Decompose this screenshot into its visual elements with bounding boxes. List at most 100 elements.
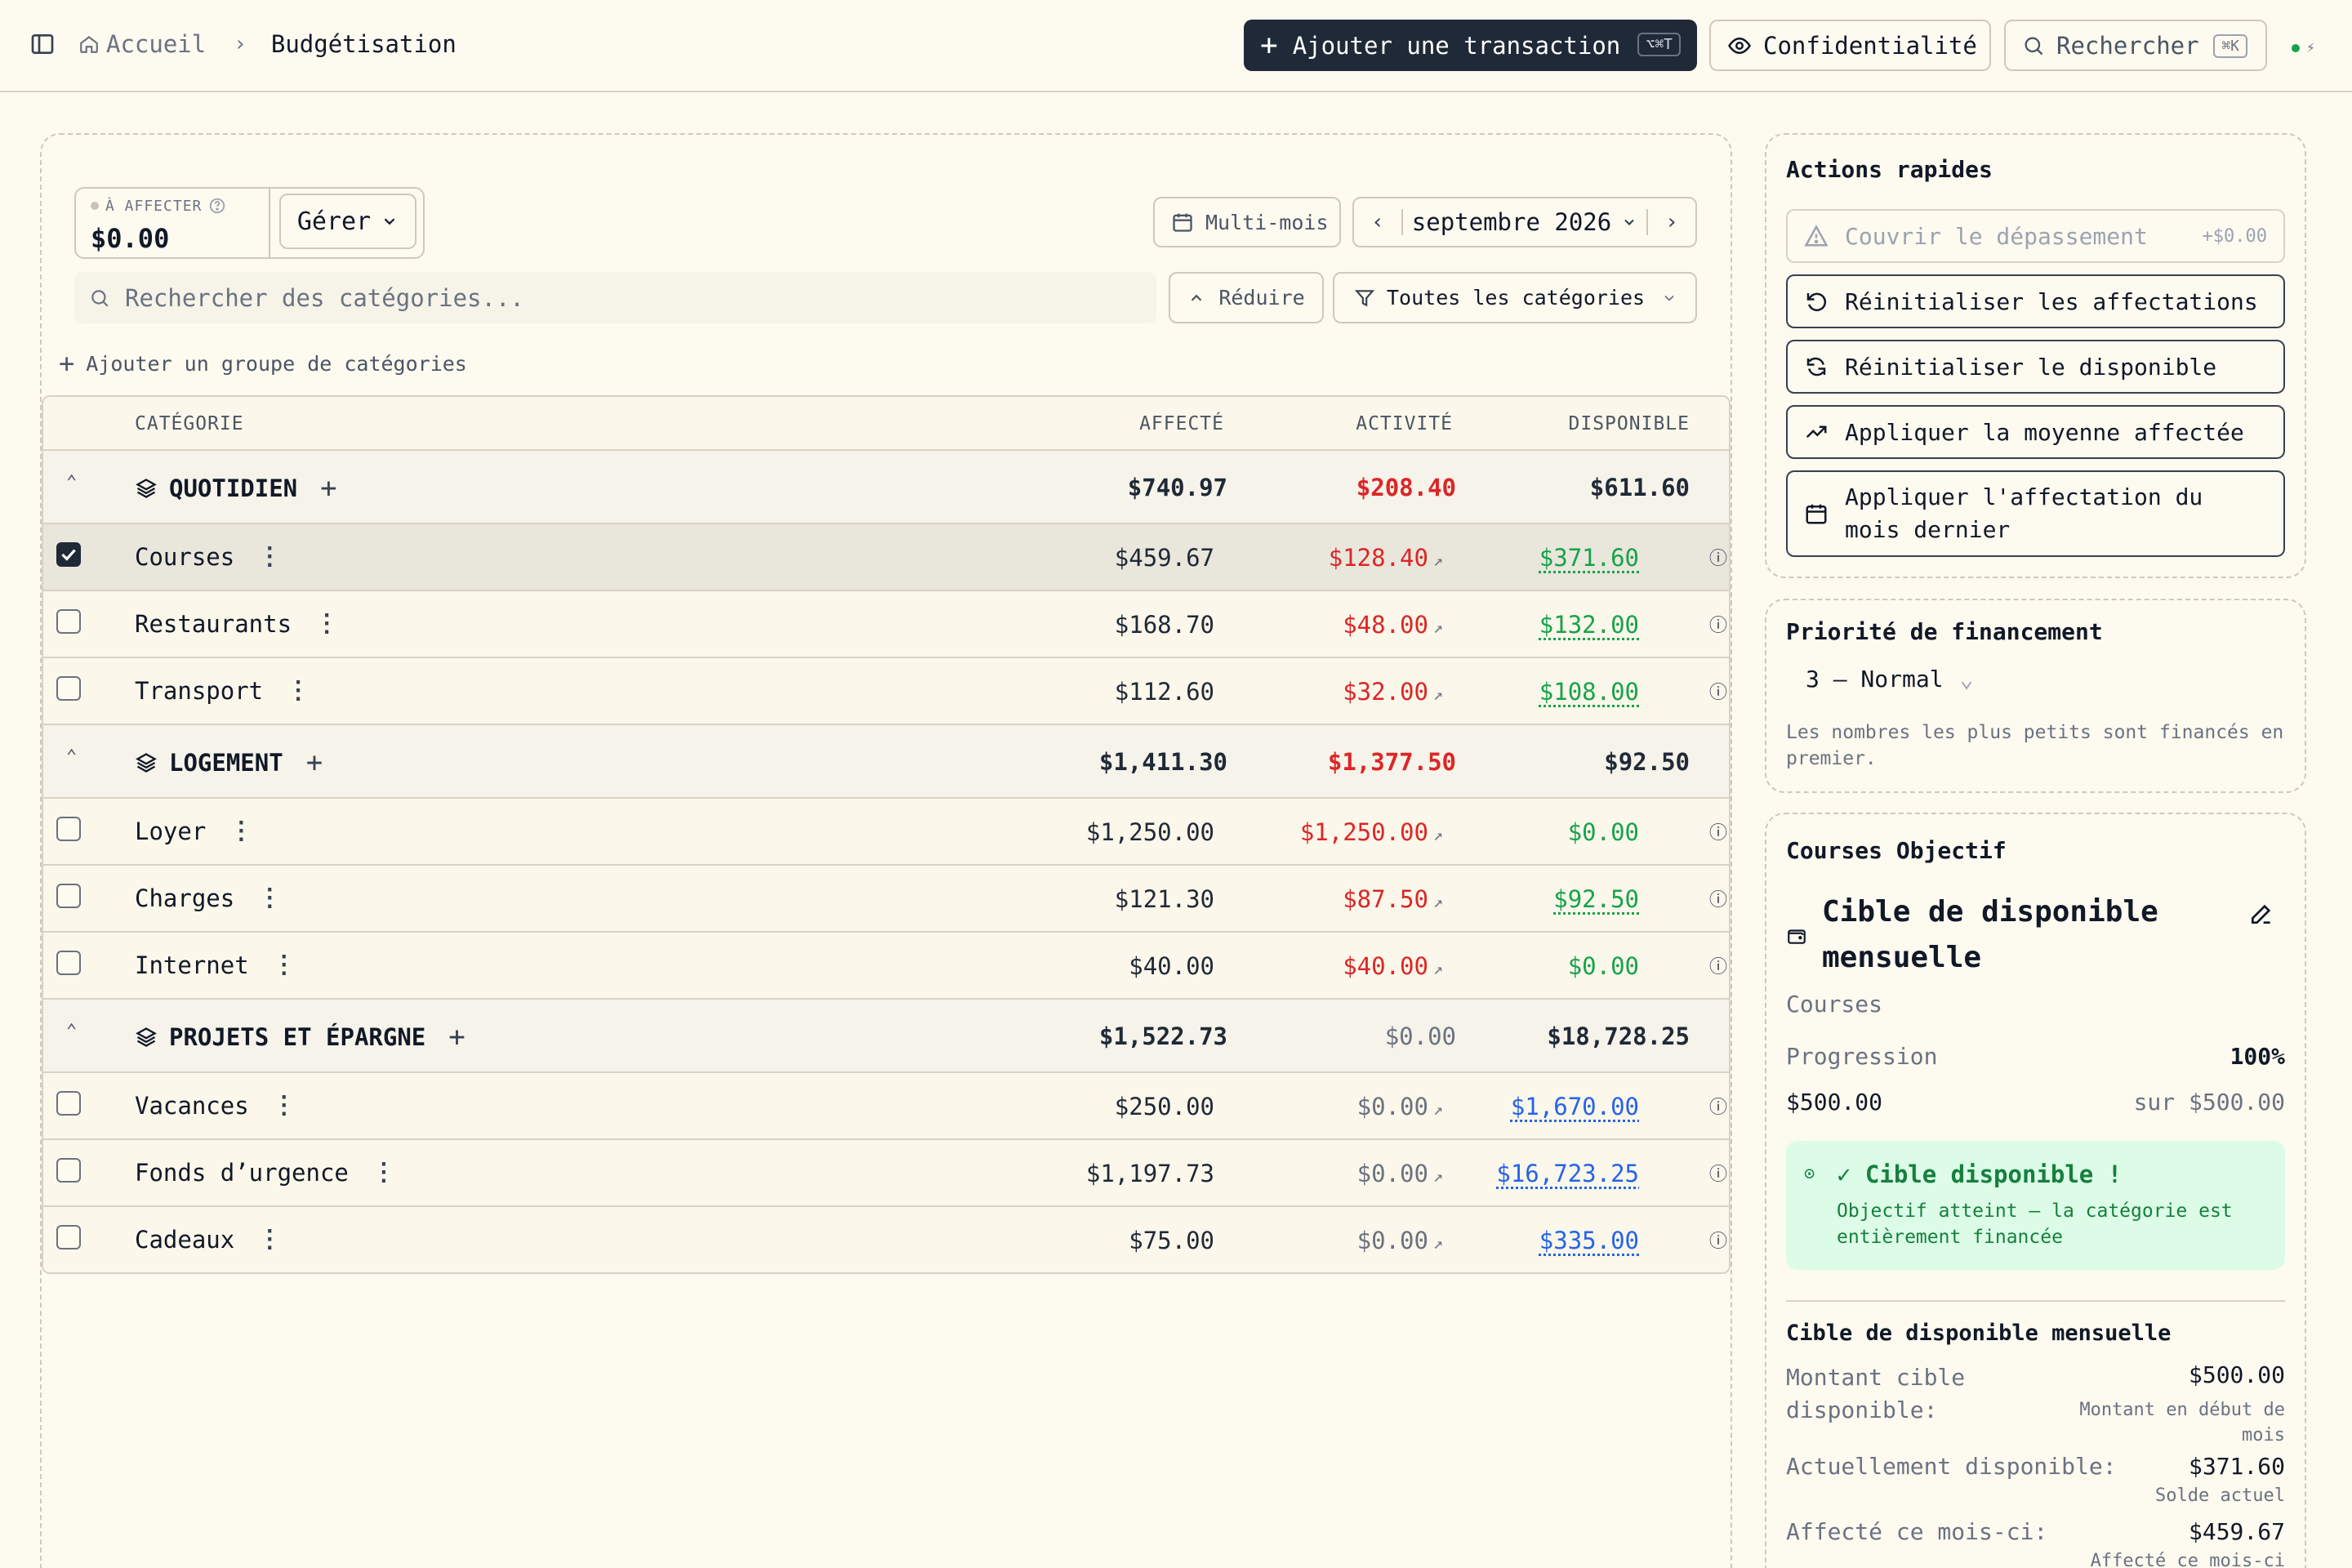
chevron-up-icon[interactable]: ⌃ xyxy=(66,746,77,767)
category-assigned[interactable]: $250.00 xyxy=(969,1093,1214,1120)
category-available[interactable]: $0.00 xyxy=(1394,952,1639,980)
more-vertical-icon[interactable]: ⋮ xyxy=(229,817,253,845)
breadcrumb-home[interactable]: Accueil xyxy=(78,30,206,58)
chevron-down-icon xyxy=(384,218,395,225)
row-checkbox[interactable] xyxy=(56,1158,81,1183)
more-vertical-icon[interactable]: ⋮ xyxy=(272,1091,296,1120)
category-available[interactable]: $108.00 xyxy=(1394,678,1639,706)
more-vertical-icon[interactable]: ⋮ xyxy=(372,1158,396,1187)
add-category-icon[interactable]: + xyxy=(320,472,336,505)
row-checkbox[interactable] xyxy=(56,609,81,634)
category-row[interactable]: Vacances ⋮ $250.00 $0.00 ↗ $1,670.00 ⓘ xyxy=(43,1073,1729,1140)
apply-last-month-button[interactable]: Appliquer l'affectation du mois dernier xyxy=(1786,470,2285,557)
priority-select[interactable]: 3 — Normal ⌄ xyxy=(1786,654,2003,703)
more-vertical-icon[interactable]: ⋮ xyxy=(257,1225,282,1254)
collapse-label: Réduire xyxy=(1218,286,1305,310)
month-label: septembre 2026 xyxy=(1411,208,1612,236)
category-filter-select[interactable]: Toutes les catégories xyxy=(1333,272,1697,323)
category-assigned[interactable]: $40.00 xyxy=(969,952,1214,980)
chevron-up-icon[interactable]: ⌃ xyxy=(66,472,77,492)
more-vertical-icon[interactable]: ⋮ xyxy=(257,884,282,912)
category-available[interactable]: $16,723.25 xyxy=(1394,1160,1639,1187)
manage-button[interactable]: Gérer xyxy=(279,194,416,249)
add-category-icon[interactable]: + xyxy=(448,1021,465,1054)
row-checkbox[interactable] xyxy=(56,1091,81,1116)
help-icon[interactable] xyxy=(208,197,226,215)
add-category-icon[interactable]: + xyxy=(306,746,323,779)
category-row[interactable]: Transport ⋮ $112.60 $32.00 ↗ $108.00 ⓘ xyxy=(43,658,1729,725)
category-available[interactable]: $132.00 xyxy=(1394,611,1639,639)
row-checkbox[interactable] xyxy=(56,542,81,567)
category-assigned[interactable]: $1,250.00 xyxy=(969,818,1214,846)
category-row[interactable]: Internet ⋮ $40.00 $40.00 ↗ $0.00 ⓘ xyxy=(43,933,1729,1000)
category-assigned[interactable]: $1,197.73 xyxy=(969,1160,1214,1187)
edit-icon[interactable] xyxy=(2248,901,2274,927)
group-available: $611.60 xyxy=(1589,474,1690,501)
category-search-input[interactable]: Rechercher des catégories... xyxy=(74,272,1156,323)
previous-month-icon[interactable]: ‹ xyxy=(1354,210,1401,234)
category-assigned[interactable]: $168.70 xyxy=(969,611,1214,639)
category-group-row[interactable]: ⌃ QUOTIDIEN + $740.97 $208.40 $611.60 xyxy=(43,451,1729,524)
info-icon[interactable]: ⓘ xyxy=(1709,952,1727,978)
reset-assignments-button[interactable]: Réinitialiser les affectations xyxy=(1786,274,2285,328)
info-icon[interactable]: ⓘ xyxy=(1709,611,1727,637)
category-assigned[interactable]: $121.30 xyxy=(969,885,1214,913)
add-transaction-button[interactable]: + Ajouter une transaction ⌥⌘T xyxy=(1244,20,1697,71)
collapse-button[interactable]: Réduire xyxy=(1169,272,1324,323)
next-month-icon[interactable]: › xyxy=(1648,210,1695,234)
cover-overspend-button[interactable]: Couvrir le dépassement +$0.00 xyxy=(1786,209,2285,263)
row-checkbox[interactable] xyxy=(56,884,81,908)
multi-month-button[interactable]: Multi-mois xyxy=(1153,197,1341,247)
category-available[interactable]: $1,670.00 xyxy=(1394,1093,1639,1120)
more-vertical-icon[interactable]: ⋮ xyxy=(314,609,339,638)
check-icon xyxy=(61,549,76,561)
category-group-row[interactable]: ⌃ PROJETS ET ÉPARGNE + $1,522.73 $0.00 $… xyxy=(43,1000,1729,1073)
category-row[interactable]: Loyer ⋮ $1,250.00 $1,250.00 ↗ $0.00 ⓘ xyxy=(43,799,1729,866)
info-icon[interactable]: ⓘ xyxy=(1709,678,1727,704)
category-row[interactable]: Charges ⋮ $121.30 $87.50 ↗ $92.50 ⓘ xyxy=(43,866,1729,933)
category-row[interactable]: Fonds d’urgence ⋮ $1,197.73 $0.00 ↗ $16,7… xyxy=(43,1140,1729,1207)
category-assigned[interactable]: $459.67 xyxy=(969,544,1214,572)
add-category-group-button[interactable]: + Ajouter un groupe de catégories xyxy=(59,348,467,379)
info-icon[interactable]: ⓘ xyxy=(1709,544,1727,570)
privacy-button[interactable]: Confidentialité xyxy=(1709,20,1991,71)
chevron-up-icon[interactable]: ⌃ xyxy=(66,1021,77,1041)
goal-panel: Courses Objectif Cible de disponible men… xyxy=(1765,813,2306,1568)
category-group-row[interactable]: ⌃ LOGEMENT + $1,411.30 $1,377.50 $92.50 xyxy=(43,725,1729,799)
category-row[interactable]: Restaurants ⋮ $168.70 $48.00 ↗ $132.00 ⓘ xyxy=(43,591,1729,658)
row-checkbox[interactable] xyxy=(56,1225,81,1250)
category-available[interactable]: $335.00 xyxy=(1394,1227,1639,1254)
info-icon[interactable]: ⓘ xyxy=(1709,885,1727,911)
group-activity: $1,377.50 xyxy=(1327,748,1456,776)
breadcrumb: Accueil › Budgétisation xyxy=(78,28,457,60)
sidebar-toggle-icon[interactable] xyxy=(29,31,56,57)
row-checkbox[interactable] xyxy=(56,951,81,975)
chevron-down-icon xyxy=(1624,219,1634,225)
search-button[interactable]: Rechercher ⌘K xyxy=(2004,20,2267,71)
category-available[interactable]: $0.00 xyxy=(1394,818,1639,846)
more-vertical-icon[interactable]: ⋮ xyxy=(257,542,282,571)
category-assigned[interactable]: $112.60 xyxy=(969,678,1214,706)
category-name: Cadeaux xyxy=(135,1225,235,1254)
info-icon[interactable]: ⓘ xyxy=(1709,1160,1727,1186)
category-row[interactable]: Courses ⋮ $459.67 $128.40 ↗ $371.60 ⓘ xyxy=(43,524,1729,591)
category-assigned[interactable]: $75.00 xyxy=(969,1227,1214,1254)
info-icon[interactable]: ⓘ xyxy=(1709,1093,1727,1119)
category-available[interactable]: $92.50 xyxy=(1394,885,1639,913)
target-amount-label: Montant cible disponible: xyxy=(1786,1364,1966,1423)
category-available[interactable]: $371.60 xyxy=(1394,544,1639,572)
info-icon[interactable]: ⓘ xyxy=(1709,1227,1727,1253)
more-vertical-icon[interactable]: ⋮ xyxy=(286,676,310,705)
row-checkbox[interactable] xyxy=(56,817,81,841)
row-checkbox[interactable] xyxy=(56,676,81,701)
category-name: Charges xyxy=(135,884,235,912)
layers-icon xyxy=(136,1027,157,1047)
column-header-activity: ACTIVITÉ xyxy=(1356,413,1453,434)
trending-up-icon xyxy=(1806,425,1827,439)
reset-available-button[interactable]: Réinitialiser le disponible xyxy=(1786,340,2285,394)
info-icon[interactable]: ⓘ xyxy=(1709,818,1727,844)
category-row[interactable]: Cadeaux ⋮ $75.00 $0.00 ↗ $335.00 ⓘ xyxy=(43,1207,1729,1272)
month-select[interactable]: septembre 2026 xyxy=(1403,208,1646,236)
more-vertical-icon[interactable]: ⋮ xyxy=(272,951,296,979)
apply-average-button[interactable]: Appliquer la moyenne affectée xyxy=(1786,405,2285,459)
